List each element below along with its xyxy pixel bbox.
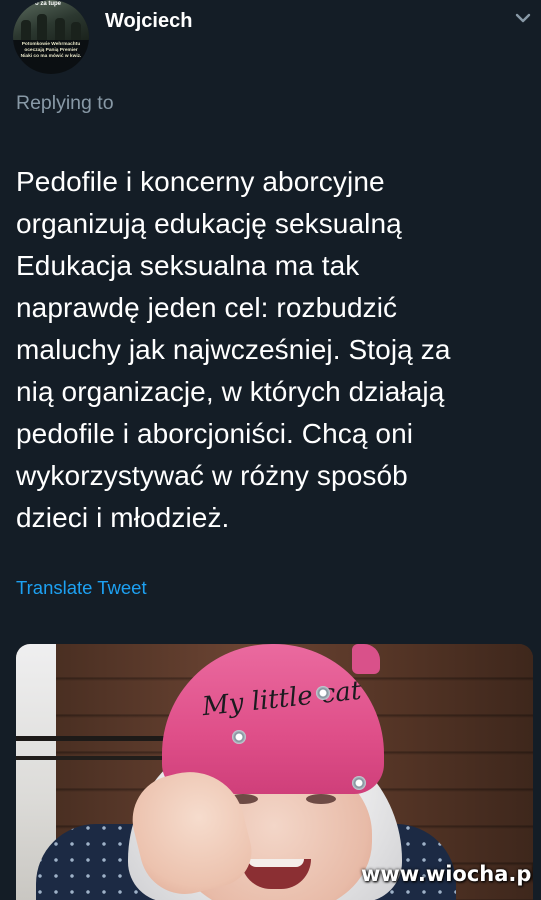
avatar-figure bbox=[55, 18, 65, 40]
photo-eye bbox=[306, 794, 336, 804]
photo-hat-ear bbox=[352, 644, 380, 674]
flower-icon bbox=[352, 776, 366, 790]
avatar[interactable]: o za tupe Potomkowie Wehrmachtu oceczają… bbox=[13, 0, 89, 74]
avatar-figure bbox=[21, 20, 31, 40]
tweet-detail-page: o za tupe Potomkowie Wehrmachtu oceczają… bbox=[0, 0, 541, 900]
tweet-text: Pedofile i koncerny aborcyjne organizują… bbox=[16, 166, 451, 533]
avatar-figure bbox=[71, 22, 81, 40]
photo-rail bbox=[16, 756, 166, 760]
flower-icon bbox=[316, 686, 330, 700]
flower-icon bbox=[232, 730, 246, 744]
watermark: www.wiocha.pl bbox=[361, 862, 533, 886]
display-name[interactable]: Wojciech bbox=[105, 10, 192, 33]
avatar-figure bbox=[37, 14, 47, 40]
photo-teeth bbox=[248, 859, 304, 867]
tweet-header: o za tupe Potomkowie Wehrmachtu oceczają… bbox=[0, 0, 541, 80]
translate-tweet-link[interactable]: Translate Tweet bbox=[16, 577, 147, 599]
avatar-top-text: o za tupe bbox=[35, 1, 62, 7]
tweet-media-image[interactable]: My little cat www.wiocha.pl bbox=[16, 644, 533, 900]
replying-to-label: Replying to bbox=[16, 92, 114, 114]
avatar-caption: Potomkowie Wehrmachtu oceczają Panią Pre… bbox=[20, 42, 82, 59]
chevron-down-icon[interactable] bbox=[515, 12, 531, 24]
photo-rail bbox=[16, 736, 166, 741]
